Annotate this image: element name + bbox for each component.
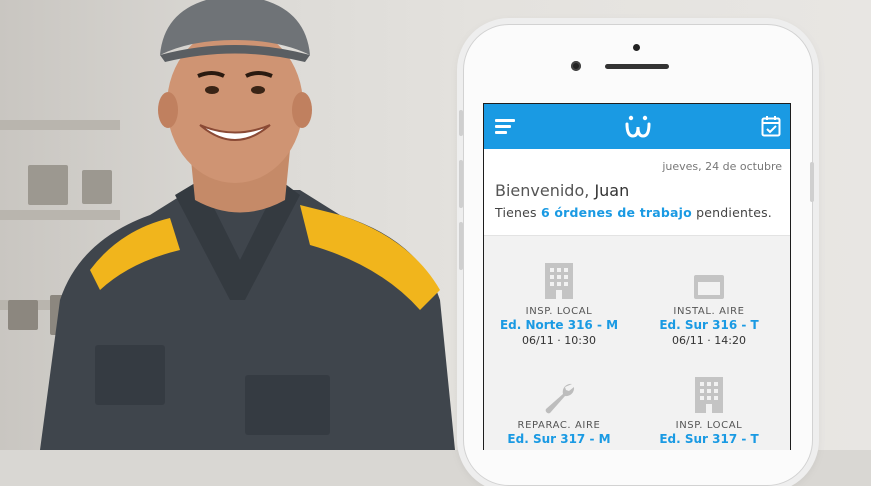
technician-illustration — [40, 0, 455, 450]
greeting: Bienvenido, Juan — [495, 181, 629, 200]
order-location: Ed. Sur 317 - M — [507, 432, 611, 446]
order-type: INSP. LOCAL — [675, 420, 743, 431]
current-date: jueves, 24 de octubre — [662, 160, 782, 173]
order-card[interactable]: REPARAC. AIRE Ed. Sur 317 - M — [484, 382, 634, 446]
calendar-check-icon[interactable] — [761, 115, 781, 137]
order-time: 06/11 · 14:20 — [672, 334, 746, 347]
order-time: 06/11 · 10:30 — [522, 334, 596, 347]
pending-prefix: Tienes — [495, 205, 537, 220]
order-type: REPARAC. AIRE — [517, 420, 601, 431]
building-icon — [545, 263, 573, 299]
building-icon — [695, 377, 723, 413]
phone-front-camera — [571, 61, 581, 71]
user-name: Juan — [594, 181, 630, 200]
greeting-text: Bienvenido, — [495, 181, 590, 200]
air-unit-icon — [694, 275, 724, 299]
order-location: Ed. Norte 316 - M — [499, 318, 619, 332]
wrench-icon — [545, 383, 575, 414]
order-card[interactable]: INSTAL. AIRE Ed. Sur 316 - T 06/11 · 14:… — [634, 274, 784, 347]
order-type: INSTAL. AIRE — [673, 306, 745, 317]
app-header — [484, 104, 790, 149]
pending-orders-message: Tienes 6 órdenes de trabajo pendientes. — [495, 205, 772, 220]
pending-suffix: pendientes. — [696, 205, 772, 220]
welcome-panel: jueves, 24 de octubre Bienvenido, Juan T… — [484, 149, 790, 236]
order-location: Ed. Sur 317 - T — [659, 432, 759, 446]
phone-volume-down — [459, 222, 463, 270]
phone-volume-up — [459, 160, 463, 208]
phone-sensor — [633, 44, 640, 51]
phone-power-button — [810, 162, 814, 202]
order-type: INSP. LOCAL — [525, 306, 593, 317]
app-screen: jueves, 24 de octubre Bienvenido, Juan T… — [483, 103, 791, 450]
phone-earpiece — [605, 64, 669, 69]
pending-orders-link[interactable]: 6 órdenes de trabajo — [541, 205, 692, 220]
hamburger-menu-icon[interactable] — [495, 118, 515, 136]
order-card[interactable]: INSP. LOCAL Ed. Sur 317 - T — [634, 376, 784, 446]
phone-mute-switch — [459, 110, 463, 136]
w-logo-icon[interactable] — [625, 115, 651, 139]
order-location: Ed. Sur 316 - T — [659, 318, 759, 332]
order-card[interactable]: INSP. LOCAL Ed. Norte 316 - M 06/11 · 10… — [484, 262, 634, 347]
